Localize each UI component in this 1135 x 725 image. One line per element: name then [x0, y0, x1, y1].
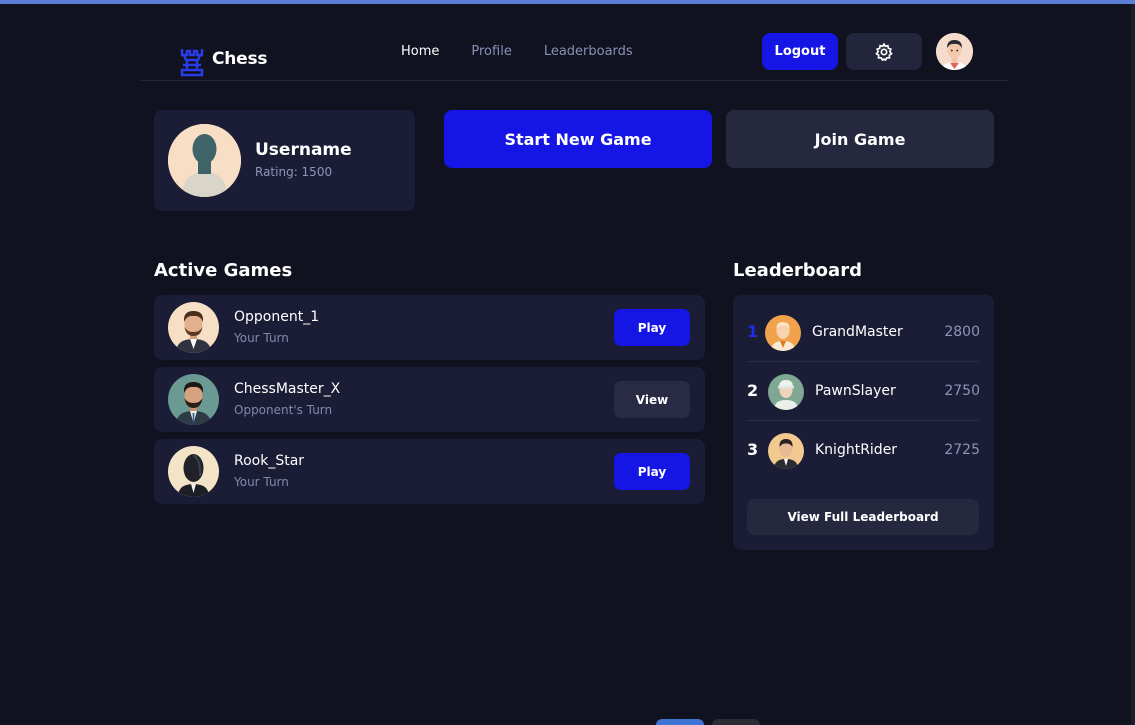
leaderboard-row[interactable]: 1 GrandMaster 2800 — [747, 303, 980, 362]
game-status: Your Turn — [234, 331, 289, 345]
profile-username: Username — [255, 140, 352, 160]
view-button[interactable]: View — [614, 381, 690, 418]
window-top-border — [0, 0, 1135, 4]
game-row: ChessMaster_X Opponent's Turn View — [154, 367, 705, 432]
player-score: 2800 — [944, 324, 980, 340]
nav-item-leaderboards[interactable]: Leaderboards — [544, 44, 633, 59]
main-nav: Home Profile Leaderboards — [401, 44, 633, 59]
bottom-indicator-primary[interactable] — [656, 719, 704, 725]
leaderboard-row[interactable]: 3 KnightRider 2725 — [747, 421, 980, 480]
bottom-indicator-secondary[interactable] — [712, 719, 760, 725]
view-full-leaderboard-button[interactable]: View Full Leaderboard — [747, 499, 979, 535]
chess-rook-icon — [180, 49, 204, 77]
play-button[interactable]: Play — [614, 453, 690, 490]
player-name: GrandMaster — [812, 324, 903, 340]
nav-item-profile[interactable]: Profile — [471, 44, 511, 59]
nav-item-home[interactable]: Home — [401, 44, 439, 59]
opponent-name: ChessMaster_X — [234, 381, 341, 397]
player-name: PawnSlayer — [815, 383, 896, 399]
logout-button[interactable]: Logout — [762, 33, 838, 70]
profile-avatar — [168, 124, 241, 197]
player-avatar — [768, 374, 804, 410]
start-new-game-button[interactable]: Start New Game — [444, 110, 712, 168]
leaderboard-card: 1 GrandMaster 2800 2 PawnSlayer 2750 3 K… — [733, 295, 994, 550]
player-avatar — [768, 433, 804, 469]
leaderboard-rank: 2 — [747, 381, 759, 400]
player-score: 2750 — [944, 383, 980, 399]
user-avatar[interactable] — [936, 33, 973, 70]
settings-button[interactable] — [846, 33, 922, 70]
player-avatar — [765, 315, 801, 351]
opponent-avatar — [168, 374, 219, 425]
profile-rating: Rating: 1500 — [255, 165, 333, 179]
leaderboard-rank: 1 — [747, 322, 759, 341]
play-button[interactable]: Play — [614, 309, 690, 346]
app-name: Chess — [212, 49, 268, 69]
join-game-button[interactable]: Join Game — [726, 110, 994, 168]
leaderboard-title: Leaderboard — [733, 260, 862, 281]
brand[interactable]: Chess — [178, 40, 268, 78]
game-row: Opponent_1 Your Turn Play — [154, 295, 705, 360]
leaderboard-row[interactable]: 2 PawnSlayer 2750 — [747, 362, 980, 421]
opponent-name: Rook_Star — [234, 453, 305, 469]
game-row: Rook_Star Your Turn Play — [154, 439, 705, 504]
active-games-title: Active Games — [154, 260, 293, 281]
player-score: 2725 — [944, 442, 980, 458]
game-status: Your Turn — [234, 475, 289, 489]
opponent-avatar — [168, 302, 219, 353]
user-avatar-image — [936, 33, 973, 70]
leaderboard-rank: 3 — [747, 440, 759, 459]
top-navbar: Chess Home Profile Leaderboards Logout — [140, 22, 1008, 81]
opponent-name: Opponent_1 — [234, 309, 320, 325]
window-right-border — [1131, 4, 1135, 725]
gear-icon — [875, 41, 893, 61]
game-status: Opponent's Turn — [234, 403, 333, 417]
profile-card: Username Rating: 1500 — [154, 110, 415, 211]
player-name: KnightRider — [815, 442, 898, 458]
opponent-avatar — [168, 446, 219, 497]
